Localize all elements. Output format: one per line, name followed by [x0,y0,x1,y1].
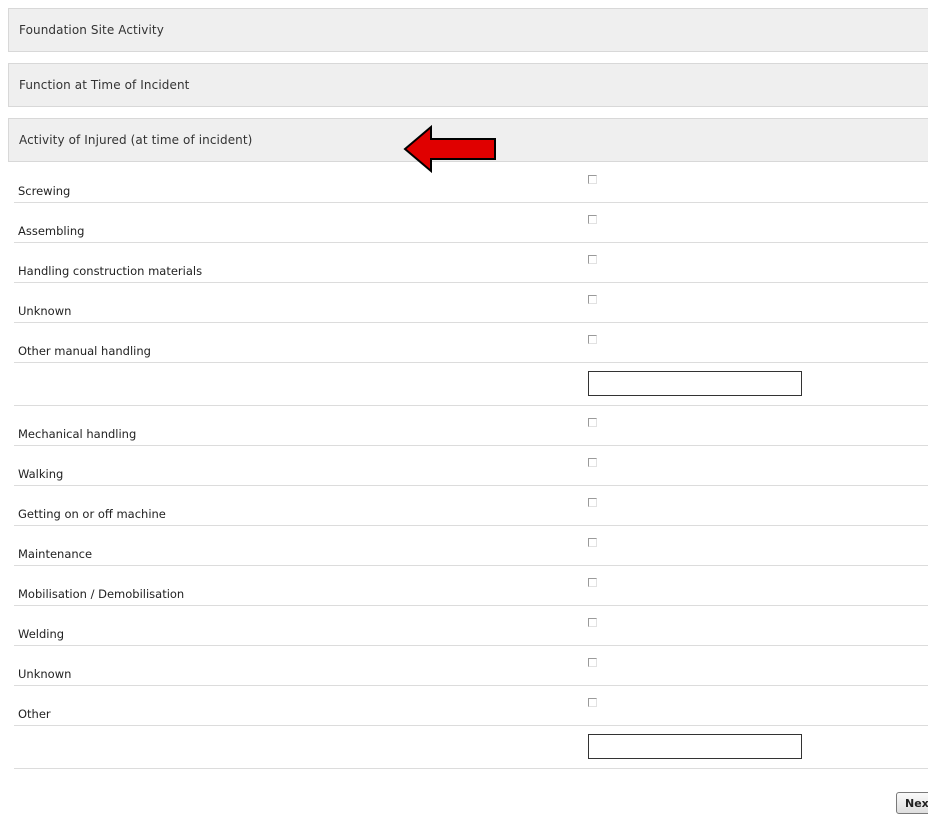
other-text-row [14,726,928,769]
list-item: Maintenance [14,526,928,566]
activity-checkbox[interactable] [588,418,597,427]
list-item: Handling construction materials [14,243,928,283]
activity-checkbox[interactable] [588,255,597,264]
activity-label: Mechanical handling [18,427,137,441]
list-item: Unknown [14,283,928,323]
activity-label: Welding [18,627,65,641]
activity-checkbox[interactable] [588,458,597,467]
activity-label: Mobilisation / Demobilisation [18,587,185,601]
activity-checkbox[interactable] [588,295,597,304]
other-manual-handling-text-row [14,363,928,406]
activity-checkbox[interactable] [588,538,597,547]
activity-checkbox[interactable] [588,335,597,344]
section-header-foundation-site-activity[interactable]: Foundation Site Activity [8,8,928,52]
activity-checklist: Screwing Assembling Handling constructio… [0,163,928,769]
next-button[interactable]: Next [896,792,928,814]
list-item: Unknown [14,646,928,686]
section-title: Activity of Injured (at time of incident… [19,133,253,147]
activity-checkbox[interactable] [588,498,597,507]
list-item: Other [14,686,928,726]
activity-label: Assembling [18,224,85,238]
section-header-function-at-time-of-incident[interactable]: Function at Time of Incident [8,63,928,107]
list-item: Mechanical handling [14,406,928,446]
list-item: Screwing [14,163,928,203]
activity-checkbox[interactable] [588,175,597,184]
activity-label: Screwing [18,184,71,198]
activity-checkbox[interactable] [588,618,597,627]
other-manual-handling-input[interactable] [588,371,802,396]
activity-checkbox[interactable] [588,578,597,587]
activity-checkbox[interactable] [588,215,597,224]
list-item: Other manual handling [14,323,928,363]
activity-label: Maintenance [18,547,93,561]
activity-label: Unknown [18,667,72,681]
next-button-label: Next [905,796,928,810]
list-item: Assembling [14,203,928,243]
section-title: Function at Time of Incident [19,78,190,92]
activity-label: Getting on or off machine [18,507,166,521]
activity-label: Unknown [18,304,72,318]
list-item: Mobilisation / Demobilisation [14,566,928,606]
list-item: Welding [14,606,928,646]
activity-checkbox[interactable] [588,658,597,667]
section-title: Foundation Site Activity [19,23,164,37]
other-input[interactable] [588,734,802,759]
activity-checkbox[interactable] [588,698,597,707]
activity-label: Other manual handling [18,344,151,358]
activity-label: Other [18,707,51,721]
list-item: Getting on or off machine [14,486,928,526]
list-item: Walking [14,446,928,486]
activity-label: Walking [18,467,64,481]
activity-label: Handling construction materials [18,264,203,278]
